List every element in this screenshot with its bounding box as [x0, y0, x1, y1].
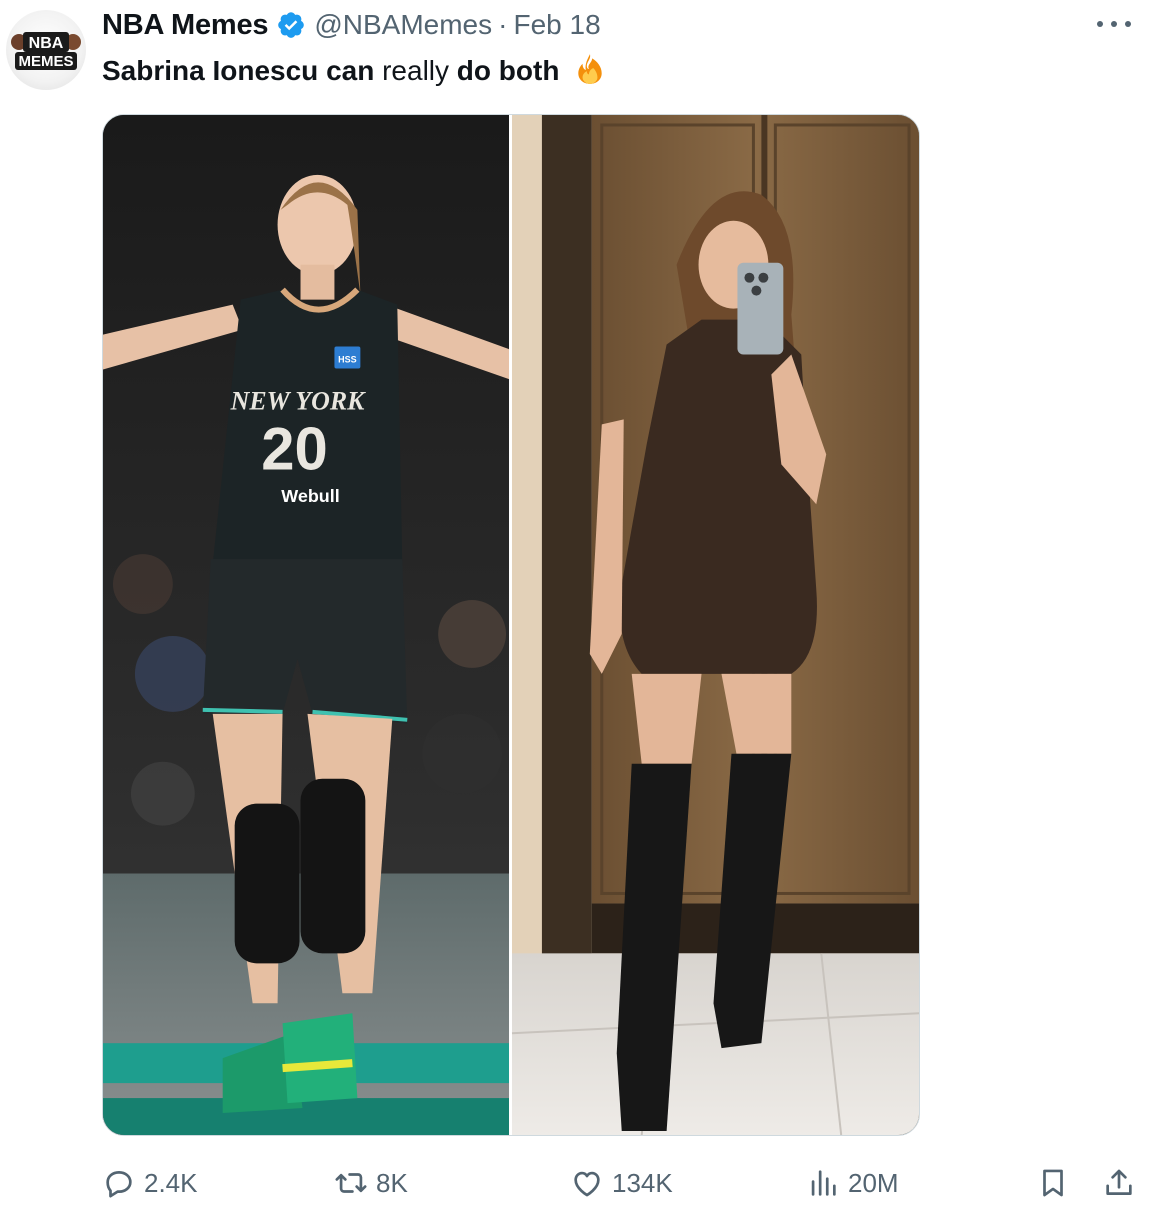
tweet-media[interactable]: HSS NEW YORK 20 Webull [102, 114, 920, 1136]
share-button[interactable] [1102, 1162, 1136, 1204]
like-count: 134K [612, 1167, 673, 1198]
more-icon[interactable] [1097, 14, 1131, 34]
nba-memes-logo: NBA MEMES [11, 32, 81, 70]
retweet-icon [335, 1173, 367, 1193]
like-button[interactable]: 134K [570, 1162, 673, 1204]
views-button[interactable]: 20M [806, 1162, 899, 1204]
jersey-sponsor-text: Webull [281, 486, 340, 506]
views-icon [811, 1170, 836, 1196]
tweet-text-bold-2: do both [456, 55, 560, 86]
media-photos: HSS NEW YORK 20 Webull [103, 115, 919, 1135]
jersey-team-text: NEW YORK [230, 386, 366, 415]
like-icon [574, 1171, 600, 1197]
reply-count: 2.4K [144, 1167, 198, 1198]
share-icon [1106, 1169, 1132, 1195]
fire-emoji-icon [578, 54, 602, 84]
bookmark-button[interactable] [1036, 1162, 1070, 1204]
jersey-number-text: 20 [261, 415, 328, 482]
separator-dot: · [498, 9, 508, 40]
tweet-text: Sabrina Ionescu can really do both [102, 52, 607, 89]
reply-icon [106, 1171, 132, 1198]
left-photo-basketball: HSS NEW YORK 20 Webull [103, 115, 511, 1135]
right-photo-selfie [511, 115, 919, 1135]
verified-icon[interactable] [276, 10, 306, 40]
avatar-text-top: NBA [29, 35, 64, 52]
reply-button[interactable]: 2.4K [102, 1162, 198, 1204]
retweet-button[interactable]: 8K [334, 1162, 408, 1204]
tweet-actions: 2.4K 8K 134K 20M [102, 1162, 1138, 1204]
avatar[interactable]: NBA MEMES [6, 10, 86, 90]
avatar-text-bottom: MEMES [18, 53, 73, 70]
tweet-date[interactable]: Feb 18 [513, 9, 600, 41]
retweet-count: 8K [376, 1167, 408, 1198]
jersey-patch-text: HSS [338, 355, 356, 365]
tweet-text-regular: really [374, 55, 457, 86]
handle[interactable]: @NBAMemes [314, 9, 492, 41]
bookmark-icon [1043, 1169, 1063, 1197]
display-name[interactable]: NBA Memes [102, 9, 269, 42]
tweet-header: NBA Memes @NBAMemes · Feb 18 [102, 8, 601, 42]
views-count: 20M [848, 1167, 899, 1198]
tweet-text-bold-1: Sabrina Ionescu can [102, 55, 375, 86]
